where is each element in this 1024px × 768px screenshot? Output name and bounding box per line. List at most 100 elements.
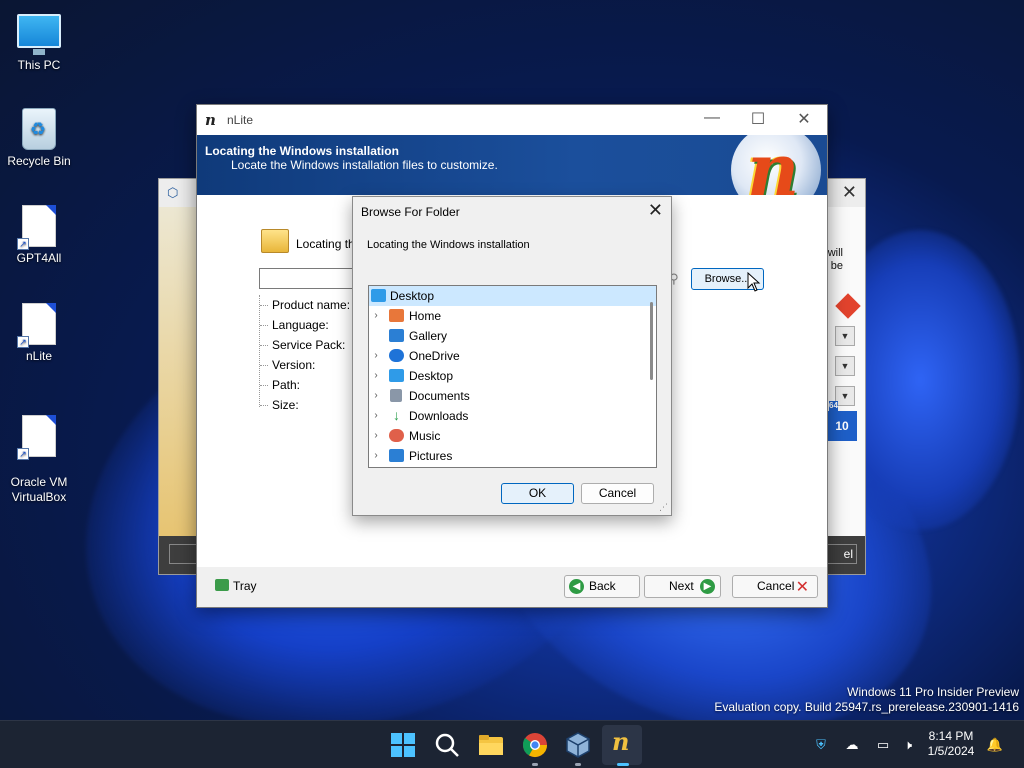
monitor-icon [17,14,61,55]
desktop-icon-nlite[interactable]: ↗ nLite [0,303,78,363]
close-icon[interactable]: ✕ [842,182,857,203]
cancel-x-icon: ✕ [795,579,809,596]
tree-item-home[interactable]: › Home [369,306,656,326]
ok-button[interactable]: OK [501,483,574,504]
tree-item-label: Downloads [409,409,469,423]
virtualbox-taskbar-icon[interactable] [564,731,592,759]
file-icon: ↗ [17,205,56,250]
next-button[interactable]: Next ▶ [644,575,721,598]
tree-item-downloads[interactable]: › ↓ Downloads [369,406,656,426]
network-icon[interactable]: ▭ [874,736,892,754]
start-windows-icon[interactable] [389,731,417,759]
chevron-right-icon[interactable]: › [371,366,381,386]
nlite-titlebar[interactable]: n nLite — ☐ ✕ [197,105,827,135]
nlite-logo-icon: n [205,111,216,129]
file-explorer-icon[interactable] [477,731,505,759]
tree-item-label: Desktop [390,289,435,303]
tree-item-documents[interactable]: › Documents [369,386,656,406]
browse-for-folder-dialog[interactable]: Browse For Folder ✕ Locating the Windows… [352,196,672,516]
cancel-button[interactable]: Cancel [581,483,654,504]
virtualbox-logo-icon: ⬡ [167,185,179,200]
chevron-right-icon[interactable]: › [371,386,381,406]
security-shield-icon[interactable]: ⛨ [812,736,830,754]
chevron-right-icon[interactable]: › [371,306,381,326]
virtualbox-partial-button[interactable] [169,544,199,564]
file-icon: ↗ [17,415,56,460]
chevron-right-icon[interactable]: › [371,426,381,446]
close-icon[interactable]: ✕ [648,200,663,221]
desktop-icon-this-pc[interactable]: This PC [0,8,78,72]
documents-icon [390,389,402,402]
home-icon [389,309,404,322]
download-arrow-icon: ↓ [393,407,400,423]
clock-time: 8:14 PM [928,729,974,743]
chevron-right-icon[interactable]: › [371,346,381,366]
scrollbar[interactable] [650,302,653,380]
tree-item-music[interactable]: › Music [369,426,656,446]
system-clock[interactable]: 8:14 PM 1/5/2024 [916,729,986,759]
cancel-button[interactable]: Cancel ✕ [732,575,818,598]
tree-item-onedrive[interactable]: › OneDrive [369,346,656,366]
file-icon: ↗ [17,303,56,348]
running-indicator [575,763,581,766]
folder-tree[interactable]: Desktop › Home Gallery › OneDrive › Desk… [368,285,657,468]
maximize-icon[interactable]: ☐ [735,109,781,129]
virtualbox-partial-button[interactable]: el [827,544,857,564]
cloud-offline-icon[interactable]: ☁ [843,736,861,754]
badge-bitness: 64 [829,401,838,411]
dropdown-arrow-icon[interactable]: ▼ [835,326,855,346]
onedrive-cloud-icon [389,349,404,362]
desktop-icon-virtualbox[interactable]: ↗ Oracle VM VirtualBox [0,401,78,519]
shortcut-arrow-icon: ↗ [17,336,29,348]
back-arrow-icon: ◀ [569,579,584,594]
tree-item-label: OneDrive [409,349,460,363]
desktop-icon-recycle-bin[interactable]: Recycle Bin [0,108,78,168]
tree-item-label: Music [409,429,441,443]
desktop-icon-label: Recycle Bin [7,154,71,168]
tray-label: Tray [233,579,257,593]
active-indicator [617,763,629,766]
tray-button[interactable]: Tray [215,579,257,593]
tree-item-label: Pictures [409,449,453,463]
gallery-icon [389,329,404,342]
folder-icon [261,229,289,253]
close-icon[interactable]: ✕ [781,109,827,129]
resize-grip-icon[interactable]: ⋰ [659,502,668,513]
tree-item-label: Documents [409,389,470,403]
window-title: nLite [227,113,254,127]
header-title: Locating the Windows installation [205,144,399,158]
windows-version-badge-icon: 64 10 [827,401,857,441]
dialog-description: Locating the Windows installation [367,239,530,251]
tree-item-desktop-root[interactable]: Desktop [369,286,656,306]
tree-item-gallery[interactable]: Gallery [369,326,656,346]
virtualbox-partial-text: be [830,260,843,272]
taskbar: n ⛨ ☁ ▭ 🕨 8:14 PM 1/5/2024 🔔 [0,720,1024,768]
recycle-bin-icon [22,108,56,150]
desktop-icon-label: nLite [25,349,53,363]
watermark-line: Windows 11 Pro Insider Preview [847,685,1019,699]
header-subtitle: Locate the Windows installation files to… [231,158,498,172]
back-button[interactable]: ◀ Back [564,575,640,598]
chrome-icon[interactable] [521,731,549,759]
tree-item-label: Home [409,309,442,323]
tree-item-desktop[interactable]: › Desktop [369,366,656,386]
volume-muted-icon[interactable]: 🕨 [899,736,917,754]
nlite-footer: Tray ◀ Back Next ▶ Cancel ✕ [197,567,827,607]
notification-bell-icon[interactable]: 🔔 [986,736,1004,754]
tree-item-label: Gallery [409,329,448,343]
desktop-icon-label: Oracle VM VirtualBox [10,475,68,504]
chevron-right-icon[interactable]: › [371,446,381,466]
dropdown-arrow-icon[interactable]: ▼ [835,386,855,406]
desktop-folder-icon [389,369,404,382]
tree-item-pictures[interactable]: › Pictures [369,446,656,466]
chevron-right-icon[interactable]: › [371,406,381,426]
dropdown-arrow-icon[interactable]: ▼ [835,356,855,376]
search-icon[interactable] [433,731,461,759]
nlite-taskbar-icon[interactable]: n [612,727,629,756]
running-indicator [532,763,538,766]
desktop-icon-gpt4all[interactable]: ↗ GPT4All [0,205,78,265]
nlite-header: Locating the Windows installation Locate… [197,135,827,195]
desktop-icon-label: GPT4All [16,251,62,265]
minimize-icon[interactable]: — [689,109,735,127]
badge-label: 10 [835,419,849,433]
